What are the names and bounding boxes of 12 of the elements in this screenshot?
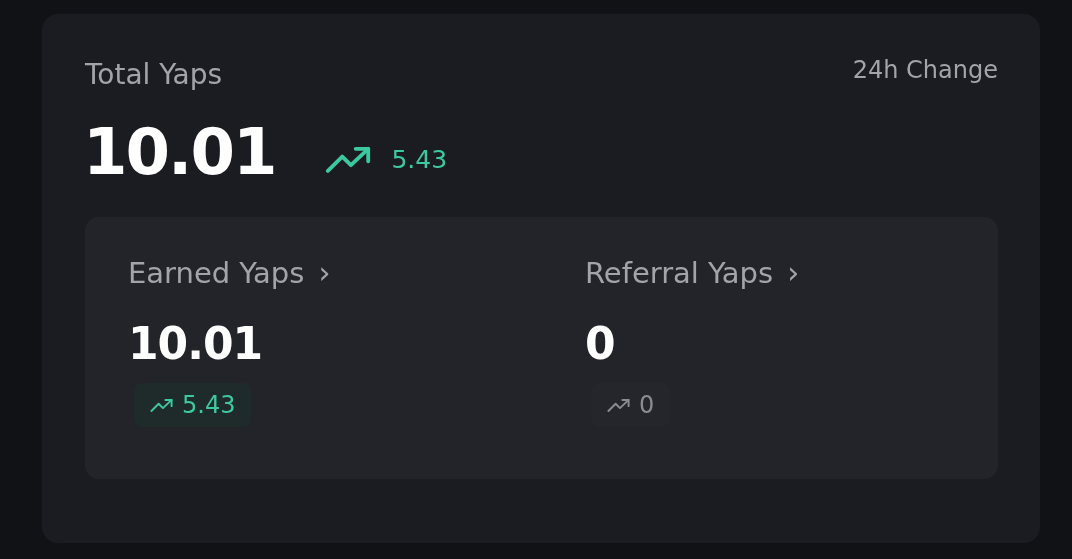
trend-up-icon <box>607 397 631 413</box>
total-value: 10.01 <box>83 115 276 189</box>
card-title: Total Yaps <box>85 58 223 91</box>
trend-up-icon <box>150 397 174 413</box>
section-link[interactable]: Referral Yaps › <box>585 255 800 290</box>
section-value: 10.01 <box>128 318 263 369</box>
section-value: 0 <box>585 318 615 369</box>
change-label: 24h Change <box>852 56 998 84</box>
change-value: 5.43 <box>391 144 448 174</box>
change-value: 5.43 <box>182 391 236 419</box>
change-value: 0 <box>639 391 655 419</box>
section-link[interactable]: Earned Yaps › <box>128 255 331 290</box>
